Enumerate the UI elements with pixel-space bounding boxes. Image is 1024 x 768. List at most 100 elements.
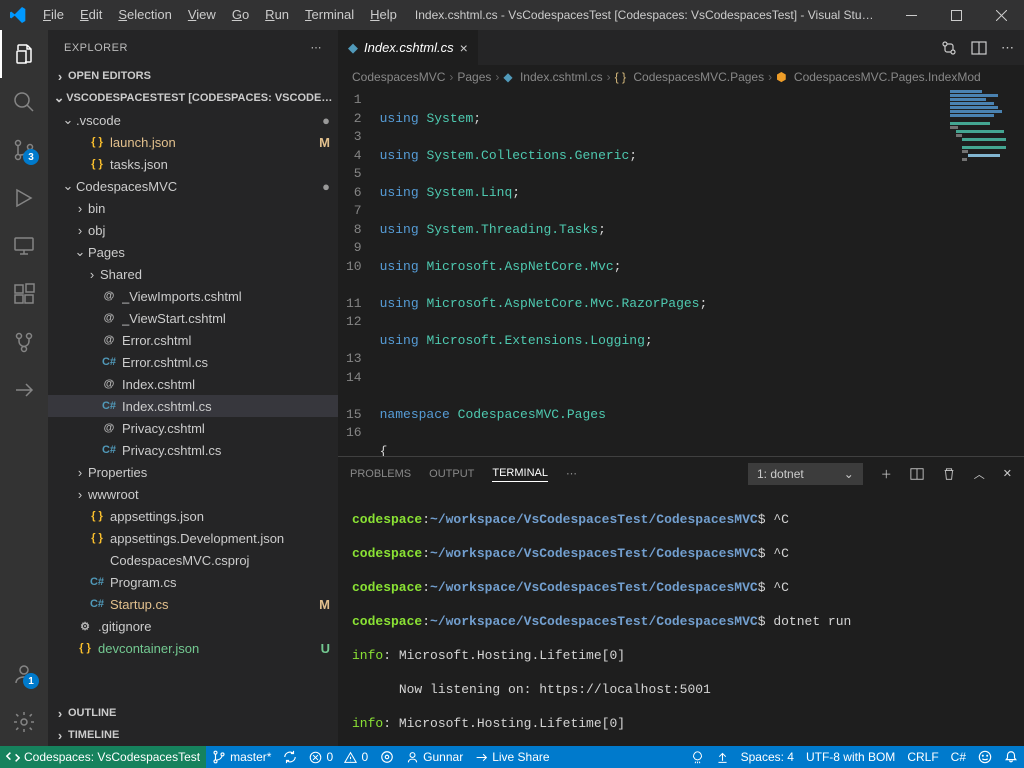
activity-bar: 3 1 — [0, 30, 48, 746]
menu-terminal[interactable]: Terminal — [297, 0, 362, 30]
menu-help[interactable]: Help — [362, 0, 405, 30]
breadcrumb[interactable]: CodespacesMVC› Pages› ◆ Index.cshtml.cs›… — [338, 65, 1024, 89]
github-activity-icon[interactable] — [0, 318, 48, 366]
explorer-activity-icon[interactable] — [0, 30, 48, 78]
tree-item-Startup-cs[interactable]: C#Startup.csM — [48, 593, 338, 615]
tree-item-CodespacesMVC[interactable]: ⌄CodespacesMVC● — [48, 175, 338, 197]
window-title: Index.cshtml.cs - VsCodespacesTest [Code… — [405, 8, 889, 22]
tree-item-appsettings-Development-json[interactable]: { }appsettings.Development.json — [48, 527, 338, 549]
tree-item-Pages[interactable]: ⌄Pages — [48, 241, 338, 263]
close-button[interactable] — [979, 0, 1024, 30]
tree-item-Privacy-cshtml[interactable]: @Privacy.cshtml — [48, 417, 338, 439]
liveshare-button[interactable]: Live Share — [469, 746, 555, 768]
tree-item--gitignore[interactable]: ⚙.gitignore — [48, 615, 338, 637]
explorer-sidebar: EXPLORER ⋯ ›OPEN EDITORS ⌄VSCODESPACESTE… — [48, 30, 338, 746]
editor-pane[interactable]: 12345678910111213141516 using System; us… — [338, 89, 1024, 456]
menu-selection[interactable]: Selection — [110, 0, 179, 30]
language-indicator[interactable]: C# — [945, 746, 972, 768]
liveshare-user[interactable]: Gunnar — [400, 746, 469, 768]
bottom-panel: PROBLEMS OUTPUT TERMINAL ⋯ 1: dotnet⌄ ＋ … — [338, 456, 1024, 746]
status-bar: Codespaces: VsCodespacesTest master* 0 0… — [0, 746, 1024, 768]
problems-indicator[interactable]: 0 0 — [303, 746, 374, 768]
menu-view[interactable]: View — [180, 0, 224, 30]
compare-changes-icon[interactable] — [941, 40, 957, 56]
terminal-dropdown[interactable]: 1: dotnet⌄ — [748, 463, 863, 485]
tree-item-obj[interactable]: ›obj — [48, 219, 338, 241]
scm-badge: 3 — [23, 149, 39, 165]
branch-indicator[interactable]: master* — [206, 746, 277, 768]
terminal-tab[interactable]: TERMINAL — [492, 465, 548, 482]
editor-tabs: ◆ Index.cshtml.cs × ⋯ — [338, 30, 1024, 65]
tree-item-Index-cshtml-cs[interactable]: C#Index.cshtml.cs — [48, 395, 338, 417]
minimize-button[interactable] — [889, 0, 934, 30]
liveshare-activity-icon[interactable] — [0, 366, 48, 414]
menu-go[interactable]: Go — [224, 0, 257, 30]
remote-indicator[interactable]: Codespaces: VsCodespacesTest — [0, 746, 206, 768]
encoding-indicator[interactable]: UTF-8 with BOM — [800, 746, 901, 768]
remote-explorer-activity-icon[interactable] — [0, 222, 48, 270]
menu-edit[interactable]: Edit — [72, 0, 110, 30]
tree-item--ViewImports-cshtml[interactable]: @_ViewImports.cshtml — [48, 285, 338, 307]
tree-item-devcontainer-json[interactable]: { }devcontainer.jsonU — [48, 637, 338, 659]
workspace-root-section[interactable]: ⌄VSCODESPACESTEST [CODESPACES: VSCODESPA… — [48, 87, 338, 109]
account-badge: 1 — [23, 673, 39, 689]
tree-item-launch-json[interactable]: { }launch.jsonM — [48, 131, 338, 153]
upload-icon[interactable] — [710, 746, 735, 768]
tree-item-Error-cshtml-cs[interactable]: C#Error.cshtml.cs — [48, 351, 338, 373]
sync-indicator[interactable] — [277, 746, 303, 768]
panel-more-icon[interactable]: ⋯ — [566, 465, 577, 482]
more-actions-icon[interactable]: ⋯ — [1001, 40, 1014, 56]
new-terminal-icon[interactable]: ＋ — [881, 466, 892, 482]
close-panel-icon[interactable]: ✕ — [1003, 467, 1012, 480]
line-gutter: 12345678910111213141516 — [338, 89, 380, 456]
problems-tab[interactable]: PROBLEMS — [350, 466, 411, 482]
csharp-file-icon: ◆ — [348, 40, 358, 56]
open-editors-section[interactable]: ›OPEN EDITORS — [48, 65, 338, 87]
source-control-activity-icon[interactable]: 3 — [0, 126, 48, 174]
settings-activity-icon[interactable] — [0, 698, 48, 746]
menu-file[interactable]: File — [35, 0, 72, 30]
output-tab[interactable]: OUTPUT — [429, 466, 474, 482]
tree-item-Error-cshtml[interactable]: @Error.cshtml — [48, 329, 338, 351]
outline-section[interactable]: ›OUTLINE — [48, 702, 338, 724]
menu-run[interactable]: Run — [257, 0, 297, 30]
maximize-panel-icon[interactable]: ︿ — [974, 466, 985, 482]
tree-item-bin[interactable]: ›bin — [48, 197, 338, 219]
title-bar: FileEditSelectionViewGoRunTerminalHelp I… — [0, 0, 1024, 30]
tree-item-Privacy-cshtml-cs[interactable]: C#Privacy.cshtml.cs — [48, 439, 338, 461]
tree-item--vscode[interactable]: ⌄.vscode● — [48, 109, 338, 131]
maximize-button[interactable] — [934, 0, 979, 30]
search-activity-icon[interactable] — [0, 78, 48, 126]
explorer-more-icon[interactable]: ⋯ — [311, 41, 323, 54]
timeline-section[interactable]: ›TIMELINE — [48, 724, 338, 746]
tree-item-Shared[interactable]: ›Shared — [48, 263, 338, 285]
tree-item-appsettings-json[interactable]: { }appsettings.json — [48, 505, 338, 527]
rocket-icon[interactable] — [685, 746, 710, 768]
explorer-title: EXPLORER — [64, 42, 128, 54]
split-terminal-icon[interactable] — [910, 467, 924, 481]
tab-label: Index.cshtml.cs — [364, 40, 454, 55]
editor-group: ◆ Index.cshtml.cs × ⋯ CodespacesMVC› Pag… — [338, 30, 1024, 746]
minimap[interactable] — [944, 89, 1024, 456]
editor-tab-active[interactable]: ◆ Index.cshtml.cs × — [338, 30, 479, 65]
tab-close-icon[interactable]: × — [460, 40, 468, 56]
kill-terminal-icon[interactable] — [942, 467, 956, 481]
run-debug-activity-icon[interactable] — [0, 174, 48, 222]
terminal-content[interactable]: codespace:~/workspace/VsCodespacesTest/C… — [338, 490, 1024, 746]
tree-item-Index-cshtml[interactable]: @Index.cshtml — [48, 373, 338, 395]
port-forward-indicator[interactable] — [374, 746, 400, 768]
tree-item-Properties[interactable]: ›Properties — [48, 461, 338, 483]
split-editor-icon[interactable] — [971, 40, 987, 56]
extensions-activity-icon[interactable] — [0, 270, 48, 318]
eol-indicator[interactable]: CRLF — [901, 746, 944, 768]
tree-item-CodespacesMVC-csproj[interactable]: CodespacesMVC.csproj — [48, 549, 338, 571]
code-content[interactable]: using System; using System.Collections.G… — [380, 89, 1024, 456]
notifications-icon[interactable] — [998, 746, 1024, 768]
feedback-icon[interactable] — [972, 746, 998, 768]
accounts-activity-icon[interactable]: 1 — [0, 650, 48, 698]
tree-item-tasks-json[interactable]: { }tasks.json — [48, 153, 338, 175]
tree-item-Program-cs[interactable]: C#Program.cs — [48, 571, 338, 593]
tree-item--ViewStart-cshtml[interactable]: @_ViewStart.cshtml — [48, 307, 338, 329]
spaces-indicator[interactable]: Spaces: 4 — [735, 746, 800, 768]
tree-item-wwwroot[interactable]: ›wwwroot — [48, 483, 338, 505]
